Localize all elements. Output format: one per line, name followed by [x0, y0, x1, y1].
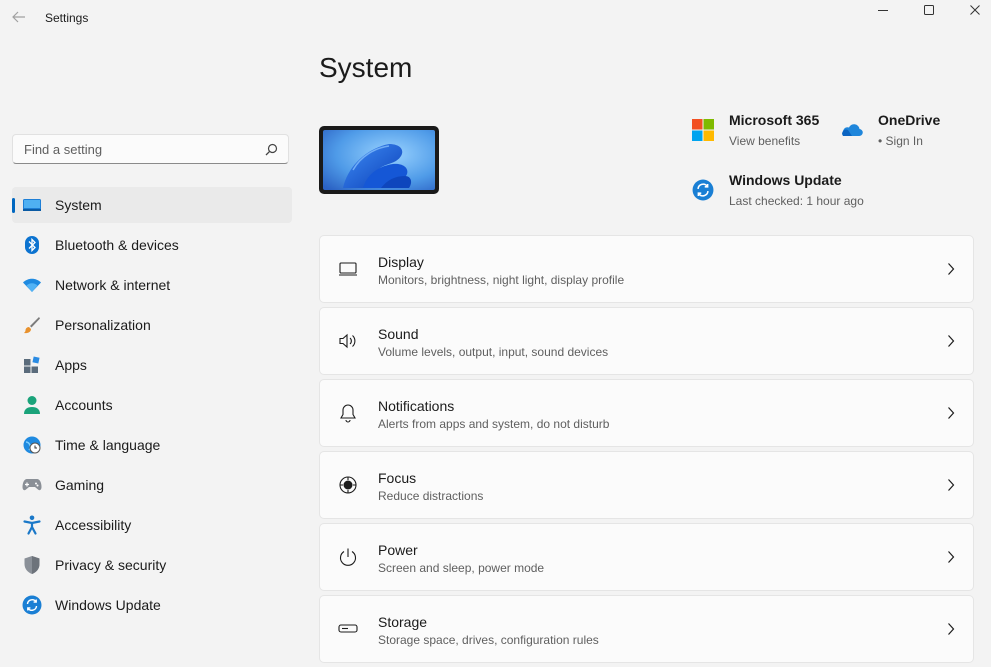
card-focus[interactable]: Focus Reduce distractions: [319, 451, 974, 519]
quick-link-subtitle: • Sign In: [878, 134, 923, 148]
card-title: Display: [378, 254, 424, 270]
shield-icon: [22, 555, 42, 575]
card-subtitle: Monitors, brightness, night light, displ…: [378, 273, 625, 287]
wallpaper-image: [323, 130, 435, 190]
chevron-right-icon: [948, 335, 955, 347]
card-subtitle: Alerts from apps and system, do not dist…: [378, 417, 610, 431]
close-icon: [970, 5, 980, 15]
card-power[interactable]: Power Screen and sleep, power mode: [319, 523, 974, 591]
sidebar-item-label: Apps: [55, 357, 87, 373]
sidebar-item-label: Network & internet: [55, 277, 171, 293]
sidebar-item-system[interactable]: System: [12, 187, 292, 223]
sidebar-item-apps[interactable]: Apps: [12, 347, 292, 383]
windows-update-icon: [692, 179, 714, 201]
chevron-right-icon: [948, 551, 955, 563]
onedrive-icon: [842, 124, 863, 137]
sidebar-item-label: Privacy & security: [55, 557, 167, 573]
quick-link-title: Microsoft 365: [729, 112, 820, 128]
maximize-button[interactable]: [906, 0, 952, 20]
display-icon: [338, 259, 358, 279]
focus-icon: [338, 475, 358, 495]
sidebar-item-label: Accessibility: [55, 517, 132, 533]
quick-link-subtitle: View benefits: [729, 134, 801, 148]
card-subtitle: Storage space, drives, configuration rul…: [378, 633, 599, 647]
quick-link-title: OneDrive: [878, 112, 941, 128]
app-title: Settings: [45, 11, 89, 25]
accounts-icon: [22, 395, 42, 415]
back-arrow-icon: [12, 11, 25, 23]
card-notifications[interactable]: Notifications Alerts from apps and syste…: [319, 379, 974, 447]
sidebar-item-label: Bluetooth & devices: [55, 237, 179, 253]
sidebar-item-network[interactable]: Network & internet: [12, 267, 292, 303]
chevron-right-icon: [948, 623, 955, 635]
card-subtitle: Reduce distractions: [378, 489, 484, 503]
back-button[interactable]: [8, 6, 30, 28]
sidebar-item-personalization[interactable]: Personalization: [12, 307, 292, 343]
apps-icon: [22, 355, 42, 375]
sidebar-nav: System Bluetooth & devices Network & int…: [12, 187, 292, 627]
sidebar-item-label: Gaming: [55, 477, 105, 493]
chevron-right-icon: [948, 479, 955, 491]
accessibility-icon: [22, 515, 42, 535]
wifi-icon: [22, 275, 42, 295]
card-storage[interactable]: Storage Storage space, drives, configura…: [319, 595, 974, 663]
chevron-right-icon: [948, 263, 955, 275]
gamepad-icon: [22, 475, 42, 495]
microsoft-365-icon: [692, 119, 714, 141]
sidebar-item-time-language[interactable]: Time & language: [12, 427, 292, 463]
minimize-icon: [878, 10, 888, 11]
bluetooth-icon: [22, 235, 42, 255]
sidebar-item-privacy-security[interactable]: Privacy & security: [12, 547, 292, 583]
card-title: Notifications: [378, 398, 455, 414]
microsoft-365-link[interactable]: Microsoft 365 View benefits: [692, 112, 832, 152]
storage-icon: [338, 619, 358, 639]
power-icon: [338, 547, 358, 567]
sidebar-item-accessibility[interactable]: Accessibility: [12, 507, 292, 543]
sidebar-item-label: Accounts: [55, 397, 113, 413]
card-subtitle: Screen and sleep, power mode: [378, 561, 545, 575]
sidebar-item-label: Time & language: [55, 437, 161, 453]
card-title: Power: [378, 542, 418, 558]
card-title: Focus: [378, 470, 417, 486]
sidebar-item-windows-update[interactable]: Windows Update: [12, 587, 292, 623]
maximize-icon: [924, 5, 934, 15]
sidebar-item-label: System: [55, 197, 102, 213]
sidebar-item-gaming[interactable]: Gaming: [12, 467, 292, 503]
search-input[interactable]: [22, 141, 256, 158]
quick-link-subtitle: Last checked: 1 hour ago: [729, 194, 864, 208]
onedrive-link[interactable]: OneDrive • Sign In: [841, 112, 961, 152]
card-title: Storage: [378, 614, 428, 630]
card-display[interactable]: Display Monitors, brightness, night ligh…: [319, 235, 974, 303]
sidebar-item-accounts[interactable]: Accounts: [12, 387, 292, 423]
windows-update-icon: [22, 595, 42, 615]
close-button[interactable]: [952, 0, 991, 20]
quick-link-title: Windows Update: [729, 172, 842, 188]
title-bar: Settings: [0, 0, 991, 36]
sound-icon: [338, 331, 358, 351]
sidebar-item-bluetooth[interactable]: Bluetooth & devices: [12, 227, 292, 263]
sidebar-item-label: Windows Update: [55, 597, 161, 613]
bell-icon: [338, 403, 358, 423]
chevron-right-icon: [948, 407, 955, 419]
card-subtitle: Volume levels, output, input, sound devi…: [378, 345, 609, 359]
brush-icon: [22, 315, 42, 335]
system-icon: [22, 195, 42, 215]
sidebar-item-label: Personalization: [55, 317, 151, 333]
windows-update-link[interactable]: Windows Update Last checked: 1 hour ago: [692, 172, 872, 212]
card-title: Sound: [378, 326, 419, 342]
time-language-icon: [22, 435, 42, 455]
page-title: System: [319, 52, 413, 83]
search-box[interactable]: [12, 134, 289, 164]
search-icon[interactable]: [265, 143, 278, 156]
minimize-button[interactable]: [860, 0, 906, 20]
settings-list: Display Monitors, brightness, night ligh…: [319, 235, 974, 667]
card-sound[interactable]: Sound Volume levels, output, input, soun…: [319, 307, 974, 375]
device-preview[interactable]: [319, 126, 439, 194]
